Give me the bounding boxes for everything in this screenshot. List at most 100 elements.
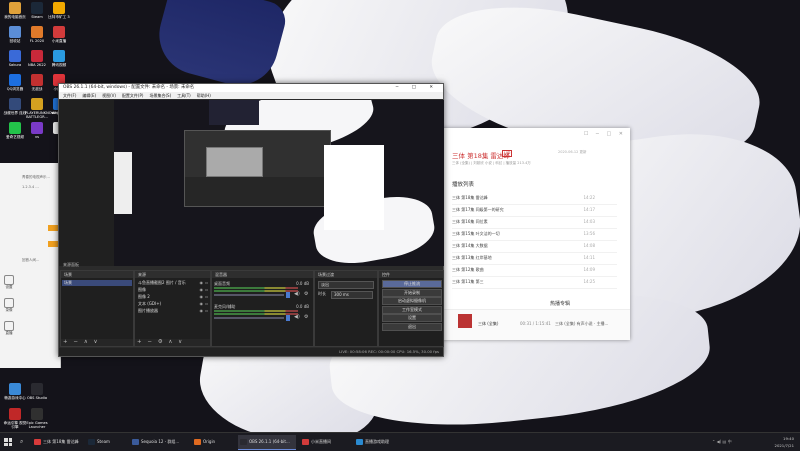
taskbar-item[interactable]: Sequoia 12 - 群组...: [130, 435, 188, 449]
desktop-icon-label: 命运引擎 视觉引擎: [3, 421, 27, 430]
obs-window[interactable]: OBS 26.1.1 (64-bit, windows) - 配置文件: 未命名…: [58, 83, 444, 357]
eye-icon[interactable]: ◉: [200, 287, 204, 293]
control-button[interactable]: 设置: [382, 314, 442, 322]
taskbar-item[interactable]: 小米直播间: [300, 435, 350, 449]
play-time: 00:31 / 1:15:41: [520, 321, 551, 326]
lock-icon[interactable]: ▫: [205, 301, 208, 307]
sources-panel[interactable]: 来源 斗鱼直播截图2 图片 / 音乐 ◉ ▫ 图像 ◉ ▫ 图像 2 ◉ ▫ 文本 (GDI+) ◉…: [134, 270, 211, 347]
sources-toolbar[interactable]: + − ⚙ ∧ ∨: [135, 339, 210, 346]
source-name: 图像: [138, 287, 146, 292]
transitions-header: 场景过渡: [315, 271, 377, 278]
controls-panel[interactable]: 控件 停止推流 开始录制 启动虚拟摄像机 工作室模式 设置 退出: [378, 270, 444, 347]
app-icon: [132, 439, 139, 445]
lock-icon[interactable]: ▫: [205, 280, 208, 286]
eye-icon[interactable]: ◉: [200, 280, 204, 286]
scenes-panel[interactable]: 场景 场景 + − ∧ ∨: [60, 270, 134, 347]
obs-menu-item[interactable]: 工具(T): [177, 93, 191, 98]
desktop-icon[interactable]: 腾讯视频: [47, 50, 71, 67]
control-button[interactable]: 退出: [382, 322, 442, 331]
music-app-window[interactable]: ☐ ─ □ ✕ 三体 第18集 雷达峰 VIP 三体 (全集) | 刘慈欣 小说…: [440, 128, 630, 340]
desktop-icon[interactable]: Sakura: [3, 50, 27, 67]
taskbar-item[interactable]: 三体 第18集 雷达峰: [32, 435, 82, 449]
desktop-icon[interactable]: Steam: [25, 2, 49, 19]
gear-icon[interactable]: ⚙: [304, 291, 308, 297]
taskbar-item[interactable]: OBS 26.1.1 (64-bit...: [238, 435, 296, 450]
desktop-icon[interactable]: vs: [25, 122, 49, 139]
control-button[interactable]: 开始录制: [382, 288, 442, 297]
volume-meter: [214, 287, 298, 289]
tray-icons[interactable]: ⌃ ◀) ▤ 中: [712, 439, 732, 445]
desktop-icon[interactable]: 我的电脑首页: [3, 2, 27, 19]
windows-start-icon[interactable]: [4, 438, 12, 446]
transition-select[interactable]: 淡出: [318, 281, 374, 289]
left-partial-window[interactable]: 青春的电视声乐... 1.2.3.4 ... 回首人间... 设置 录像 直播: [0, 163, 61, 368]
lock-icon[interactable]: ▫: [205, 287, 208, 293]
desktop-icon[interactable]: 回收站: [3, 26, 27, 43]
playlist-row[interactable]: 三体 第11集 第三 14:25: [452, 276, 617, 289]
source-item[interactable]: 图片播放器 ◉ ▫: [136, 308, 209, 314]
taskbar-item[interactable]: 直播游戏助理: [354, 435, 409, 449]
episode-duration: 14:03: [583, 219, 595, 224]
eye-icon[interactable]: ◉: [200, 294, 204, 300]
desktop-icon[interactable]: Epic Games Launcher: [25, 408, 49, 429]
volume-slider[interactable]: [214, 294, 284, 296]
taskbar-item-label: 小米直播间: [311, 439, 331, 444]
taskbar-item[interactable]: Steam: [86, 435, 126, 449]
obs-menu-item[interactable]: 文件(F): [63, 93, 76, 98]
source-item[interactable]: 斗鱼直播截图2 图片 / 音乐 ◉ ▫: [136, 280, 209, 286]
taskbar-item[interactable]: Origin: [192, 435, 234, 449]
volume-slider[interactable]: [214, 317, 284, 319]
desktop-icon[interactable]: PLAYERUNKNOWN'S BATTLEGR...: [25, 98, 61, 119]
volume-slider-knob[interactable]: [286, 315, 290, 321]
player-bar[interactable]: 三体 (全集) 00:31 / 1:15:41 三体 (全集) 有声小说 · 主…: [440, 309, 630, 340]
speaker-icon[interactable]: ◀): [294, 291, 300, 297]
desktop-icon[interactable]: OBS Studio: [25, 383, 49, 400]
speaker-icon[interactable]: ◀): [294, 314, 300, 320]
control-button[interactable]: 启动虚拟摄像机: [382, 297, 442, 305]
obs-preview[interactable]: [114, 100, 444, 266]
obs-titlebar[interactable]: OBS 26.1.1 (64-bit, windows) - 配置文件: 未命名…: [59, 84, 443, 92]
lock-icon[interactable]: ▫: [205, 294, 208, 300]
taskbar[interactable]: ⌕ 三体 第18集 雷达峰 Steam Sequoia 12 - 群组... Orig…: [0, 432, 800, 451]
gear-icon[interactable]: ⚙: [304, 314, 308, 320]
desktop-icon[interactable]: QQ浏览器: [3, 74, 27, 91]
obs-menu-item[interactable]: 帮助(H): [197, 93, 211, 98]
mixer-panel[interactable]: 混音器 桌面音频 0.0 dB ◀) ⚙ 麦克风/辅助 0.0 dB ◀) ⚙: [211, 270, 314, 347]
mixer-channel[interactable]: 桌面音频 0.0 dB ◀) ⚙: [214, 281, 311, 301]
obs-menu-item[interactable]: 视图(V): [102, 93, 116, 98]
obs-menu-item[interactable]: 编辑(E): [82, 93, 96, 98]
window-controls[interactable]: ☐ ─ □ ✕: [584, 131, 626, 137]
left-app-nav-item[interactable]: 直播: [2, 321, 16, 336]
desktop-icon[interactable]: NBA 2K22: [25, 50, 49, 67]
eye-icon[interactable]: ◉: [200, 308, 204, 314]
transitions-panel[interactable]: 场景过渡 淡出 时长 300 ms: [314, 270, 378, 347]
scenes-toolbar[interactable]: + − ∧ ∨: [61, 339, 133, 346]
eye-icon[interactable]: ◉: [200, 301, 204, 307]
lock-icon[interactable]: ▫: [205, 308, 208, 314]
mixer-channel[interactable]: 麦克风/辅助 0.0 dB ◀) ⚙: [214, 304, 311, 324]
obs-menu-item[interactable]: 场景集合(S): [149, 93, 171, 98]
duration-input[interactable]: 300 ms: [331, 291, 373, 299]
desktop-icon[interactable]: 战舰世界 连线: [3, 98, 27, 115]
control-button[interactable]: 工作室模式: [382, 305, 442, 314]
source-item[interactable]: 文本 (GDI+) ◉ ▫: [136, 301, 209, 307]
scene-item[interactable]: 场景: [62, 280, 132, 286]
left-app-nav-item[interactable]: 设置: [2, 275, 16, 290]
desktop-icon[interactable]: 爱奇艺视频: [3, 122, 27, 139]
volume-slider-knob[interactable]: [286, 292, 290, 298]
obs-menu-item[interactable]: 配置文件(P): [122, 93, 144, 98]
control-button[interactable]: 停止推流: [382, 280, 442, 288]
search-icon[interactable]: ⌕: [20, 438, 23, 446]
system-clock[interactable]: 19:40 2021/7/21: [775, 435, 794, 449]
source-item[interactable]: 图像 ◉ ▫: [136, 287, 209, 293]
desktop-icon[interactable]: 比特币矿工 3: [47, 2, 71, 19]
left-app-nav-item[interactable]: 录像: [2, 298, 16, 313]
desktop-icon[interactable]: 命运引擎 视觉引擎: [3, 408, 27, 429]
source-item[interactable]: 图像 2 ◉ ▫: [136, 294, 209, 300]
desktop-icon[interactable]: 小米直播: [47, 26, 71, 43]
desktop-icon[interactable]: FL 2020: [25, 26, 49, 43]
obs-status-bar: LIVE: 00:58:06 REC: 00:00:00 CPU: 16.5%,…: [59, 348, 443, 356]
desktop-icon[interactable]: 无敌战: [25, 74, 49, 91]
window-controls[interactable]: ─ □ ✕: [396, 84, 439, 92]
desktop-icon[interactable]: 畅游游戏中心: [3, 383, 27, 400]
